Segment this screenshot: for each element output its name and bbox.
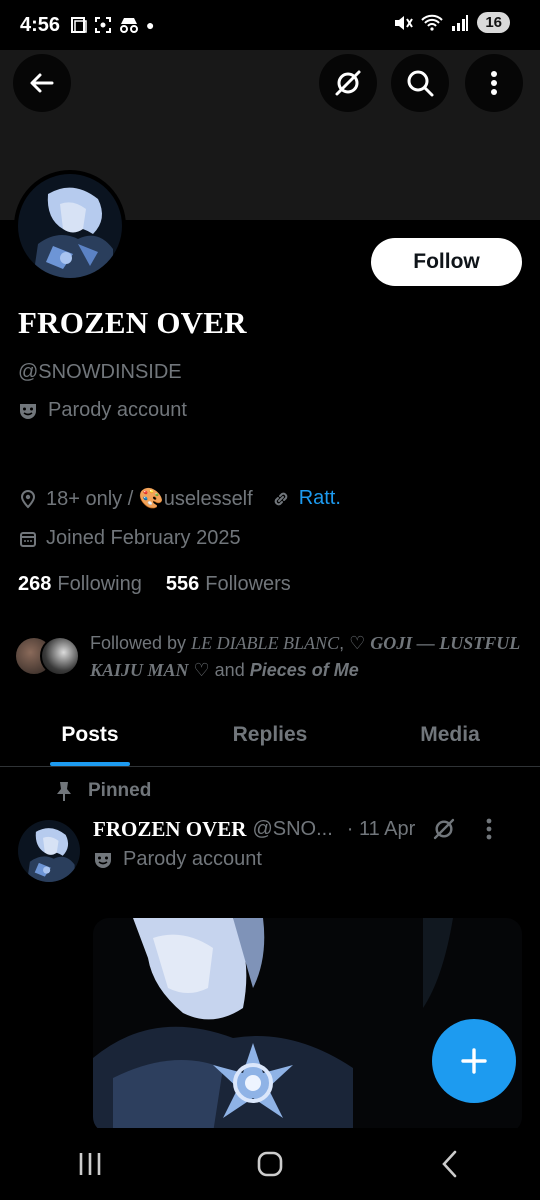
parody-label-row: Parody account (18, 399, 187, 422)
tweet-header: FROZEN OVER @SNO... · 11 Apr (93, 816, 523, 842)
location-suffix: uselesself (163, 488, 253, 510)
tweet-author-name[interactable]: FROZEN OVER (93, 817, 246, 842)
battery-indicator: 16 (477, 12, 510, 33)
followers-count: 556 (165, 573, 200, 595)
recent-apps-icon (79, 1153, 101, 1175)
follower-name-1: LE DIABLE BLANC (191, 633, 340, 653)
followed-by-text: Followed by LE DIABLE BLANC, ♡ GOJI — LU… (90, 630, 526, 684)
profile-display-name: FROZEN OVER (18, 305, 247, 340)
more-button[interactable] (465, 54, 523, 112)
compose-button[interactable] (432, 1019, 516, 1103)
profile-avatar[interactable] (14, 170, 126, 282)
avatar-image (18, 174, 122, 278)
pin-icon (57, 782, 71, 801)
profile-handle: @SNOWDINSIDE (18, 361, 182, 383)
followed-by-row[interactable]: Followed by LE DIABLE BLANC, ♡ GOJI — LU… (14, 630, 526, 684)
status-time: 4:56 (20, 13, 61, 36)
plus-icon (461, 1048, 487, 1074)
avatar-image (18, 820, 80, 882)
notification-icons: ● (70, 16, 155, 34)
followed-by-avatars (14, 630, 90, 676)
follower-name-3: Pieces of Me (249, 660, 359, 680)
follow-counts: 268 Following 556 Followers (18, 573, 291, 596)
wifi-icon (421, 14, 444, 31)
profile-meta-row: 18+ only / 🎨uselesself Ratt. (18, 486, 341, 511)
follow-button[interactable]: Follow (371, 238, 522, 286)
followed-by-prefix: Followed by (90, 633, 192, 653)
dot-icon: ● (146, 17, 155, 33)
tweet-parody-row: Parody account (93, 848, 262, 871)
following-link[interactable]: 268 Following (18, 573, 142, 596)
following-label: Following (57, 573, 142, 595)
followed-by-sep2: ♡ and (188, 660, 250, 680)
profile-tabs: Posts Replies Media (0, 703, 540, 767)
screenshot-icon (95, 17, 112, 33)
gallery-icon (71, 17, 87, 33)
android-nav-bar (0, 1128, 540, 1200)
signal-icon (452, 14, 469, 31)
joined-row: Joined February 2025 (18, 527, 241, 550)
recent-apps-button[interactable] (60, 1134, 120, 1194)
following-count: 268 (18, 573, 52, 595)
tab-posts[interactable]: Posts (0, 703, 180, 766)
grok-icon[interactable] (431, 816, 457, 842)
location-prefix: 18+ only / (46, 488, 139, 510)
followers-link[interactable]: 556 Followers (166, 573, 291, 596)
search-icon (407, 70, 434, 97)
pinned-label-row: Pinned (54, 780, 151, 802)
status-bar: 4:56 ● 16 (0, 0, 540, 50)
mute-icon (395, 15, 414, 30)
back-button[interactable] (13, 54, 71, 112)
location-pin-icon (20, 489, 36, 508)
parody-label: Parody account (48, 399, 187, 421)
more-vertical-icon (491, 71, 497, 95)
tweet-author-handle[interactable]: @SNO... (252, 818, 332, 841)
theater-mask-icon (20, 403, 36, 419)
location-text: 18+ only / 🎨uselesself (46, 486, 253, 511)
joined-date: Joined February 2025 (46, 527, 241, 549)
calendar-icon (20, 531, 36, 547)
link-icon (274, 492, 287, 505)
home-button[interactable] (240, 1134, 300, 1194)
profile-link[interactable]: Ratt. (299, 487, 341, 510)
system-back-button[interactable] (420, 1134, 480, 1194)
tweet-author-avatar[interactable] (18, 820, 80, 882)
search-button[interactable] (391, 54, 449, 112)
grok-icon (335, 70, 361, 96)
tab-media[interactable]: Media (360, 703, 540, 766)
theater-mask-icon (95, 852, 111, 868)
incognito-icon (120, 18, 139, 33)
chevron-left-icon (442, 1150, 457, 1178)
back-arrow-icon (30, 73, 54, 93)
palette-emoji: 🎨 (138, 488, 164, 510)
more-vertical-icon[interactable] (479, 816, 499, 842)
pinned-label: Pinned (88, 780, 152, 801)
tab-replies[interactable]: Replies (180, 703, 360, 766)
tweet-parody-label: Parody account (123, 848, 262, 870)
tweet-date[interactable]: · 11 Apr (347, 818, 416, 841)
status-right: 16 (393, 12, 510, 33)
followed-by-sep1: , ♡ (339, 633, 371, 653)
followers-label: Followers (205, 573, 291, 595)
follower-avatar (40, 636, 80, 676)
home-icon (257, 1151, 283, 1177)
grok-button[interactable] (319, 54, 377, 112)
